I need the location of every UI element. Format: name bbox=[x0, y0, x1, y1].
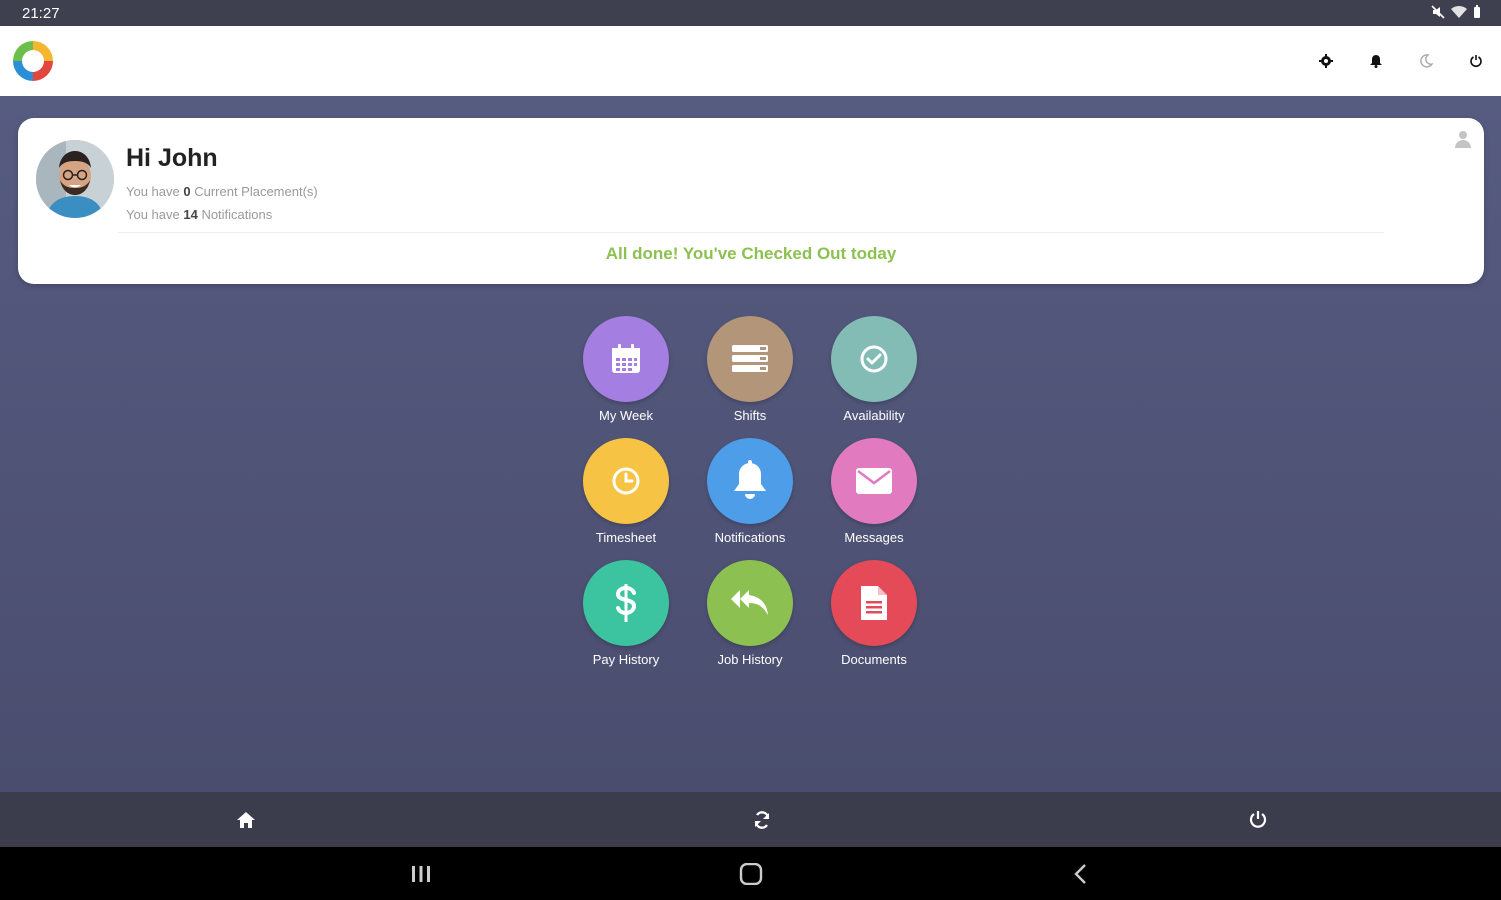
top-actions bbox=[1315, 50, 1487, 72]
mute-icon bbox=[1431, 5, 1445, 19]
tile-notifications[interactable]: Notifications bbox=[688, 438, 812, 546]
notifications-button[interactable] bbox=[1365, 50, 1387, 72]
battery-icon bbox=[1474, 5, 1480, 18]
bell-icon bbox=[1370, 55, 1382, 68]
tile-documents[interactable]: Documents bbox=[812, 560, 936, 668]
list-icon bbox=[732, 345, 768, 372]
tile-circle bbox=[583, 438, 669, 524]
power-icon bbox=[1470, 55, 1482, 68]
tile-label: Job History bbox=[717, 652, 783, 667]
avatar-image bbox=[36, 140, 114, 218]
refresh-button[interactable] bbox=[750, 808, 774, 832]
check-circle-icon bbox=[860, 345, 888, 373]
tile-label: Messages bbox=[844, 530, 904, 545]
moon-icon bbox=[1420, 54, 1433, 68]
tile-circle bbox=[831, 316, 917, 402]
card-divider bbox=[118, 232, 1384, 233]
checkout-status: All done! You've Checked Out today bbox=[605, 244, 897, 263]
settings-button[interactable] bbox=[1315, 50, 1337, 72]
clock-icon bbox=[612, 467, 640, 495]
power-button[interactable] bbox=[1246, 808, 1270, 832]
navigation-bar bbox=[0, 847, 1501, 900]
refresh-icon bbox=[754, 811, 770, 829]
tile-availability[interactable]: Availability bbox=[812, 316, 936, 424]
avatar bbox=[36, 140, 114, 218]
tile-circle bbox=[831, 438, 917, 524]
status-time: 21:27 bbox=[22, 5, 60, 22]
tile-shifts[interactable]: Shifts bbox=[688, 316, 812, 424]
tile-my-week[interactable]: My Week bbox=[564, 316, 688, 424]
main-area: Hi John You have 0 Current Placement(s) … bbox=[0, 96, 1501, 792]
back-icon bbox=[1074, 864, 1086, 884]
tile-label: My Week bbox=[599, 408, 653, 423]
tile-label: Pay History bbox=[592, 652, 660, 667]
bottom-bar bbox=[0, 792, 1501, 847]
app-logo[interactable] bbox=[10, 38, 56, 84]
logout-button[interactable] bbox=[1465, 50, 1487, 72]
top-bar bbox=[0, 26, 1501, 96]
home-button[interactable] bbox=[234, 808, 258, 832]
placements-summary: You have 0 Current Placement(s) bbox=[126, 184, 318, 199]
tile-circle bbox=[707, 560, 793, 646]
envelope-icon bbox=[856, 468, 892, 494]
greeting: Hi John bbox=[126, 144, 218, 172]
dark-mode-button[interactable] bbox=[1415, 50, 1437, 72]
settings-icon bbox=[1319, 54, 1333, 68]
home-nav-button[interactable] bbox=[738, 861, 764, 887]
tile-pay-history[interactable]: Pay History bbox=[564, 560, 688, 668]
tile-circle bbox=[707, 316, 793, 402]
notifications-count: 14 bbox=[183, 207, 198, 222]
reply-all-icon bbox=[731, 590, 768, 615]
wifi-icon bbox=[1451, 5, 1467, 19]
tile-timesheet[interactable]: Timesheet bbox=[564, 438, 688, 546]
tile-label: Notifications bbox=[714, 530, 786, 545]
back-button[interactable] bbox=[1068, 861, 1094, 887]
tile-label: Availability bbox=[843, 408, 905, 423]
calendar-icon bbox=[612, 344, 640, 373]
tile-circle bbox=[583, 316, 669, 402]
status-bar: 21:27 bbox=[0, 0, 1501, 26]
menu-grid: My Week Shifts Availability Timesheet No… bbox=[564, 316, 936, 668]
placements-count: 0 bbox=[183, 184, 191, 199]
profile-button[interactable] bbox=[1452, 128, 1474, 150]
dollar-icon bbox=[615, 584, 637, 622]
tile-messages[interactable]: Messages bbox=[812, 438, 936, 546]
recents-icon bbox=[412, 866, 430, 882]
tile-label: Timesheet bbox=[595, 530, 657, 545]
tile-label: Documents bbox=[841, 652, 907, 667]
document-icon bbox=[861, 586, 887, 620]
tile-job-history[interactable]: Job History bbox=[688, 560, 812, 668]
home-button-icon bbox=[739, 863, 763, 885]
tile-label: Shifts bbox=[733, 408, 767, 423]
tile-circle bbox=[831, 560, 917, 646]
tile-circle bbox=[707, 438, 793, 524]
recents-button[interactable] bbox=[408, 861, 434, 887]
notifications-summary: You have 14 Notifications bbox=[126, 207, 273, 222]
bell-icon bbox=[734, 460, 766, 499]
user-icon bbox=[1455, 131, 1471, 148]
power-icon bbox=[1249, 811, 1267, 828]
home-icon bbox=[237, 812, 255, 828]
welcome-card: Hi John You have 0 Current Placement(s) … bbox=[18, 118, 1484, 284]
system-icons bbox=[1431, 5, 1481, 19]
tile-circle bbox=[583, 560, 669, 646]
